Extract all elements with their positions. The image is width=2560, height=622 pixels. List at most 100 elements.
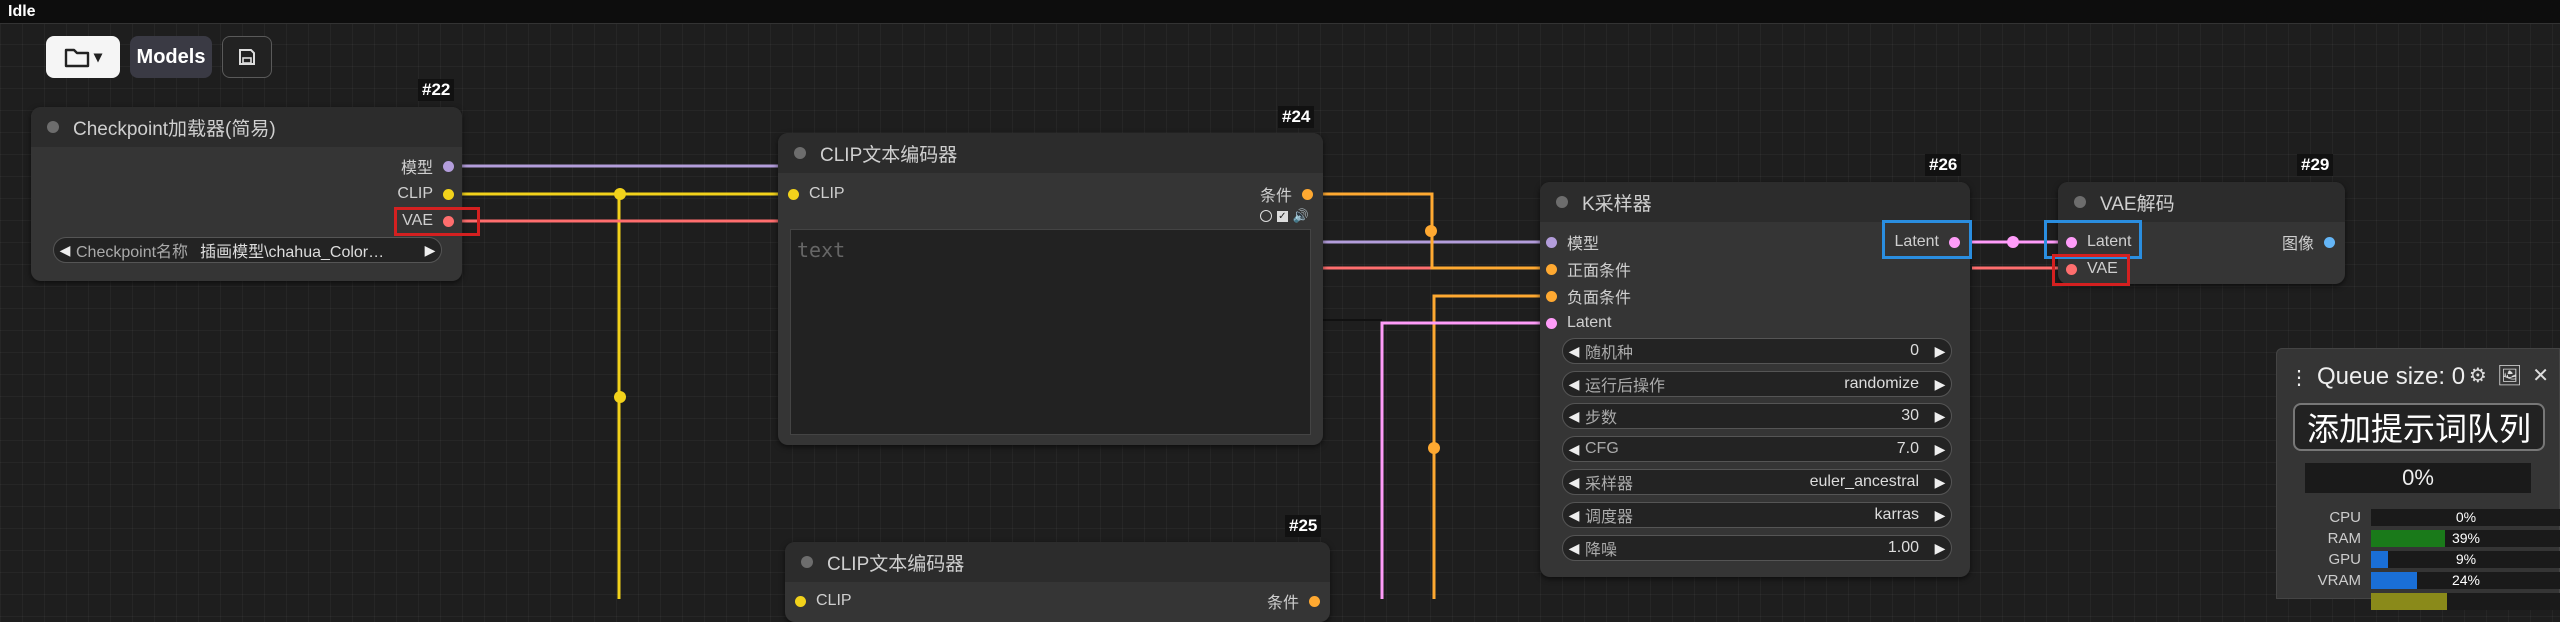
- close-icon[interactable]: ✕: [2532, 363, 2549, 388]
- output-slot-conditioning[interactable]: 条件: [1260, 183, 1313, 205]
- node-id-badge: #29: [2297, 154, 2334, 176]
- stat-value: 24%: [2451, 571, 2481, 588]
- output-slot-conditioning[interactable]: 条件: [1267, 590, 1320, 612]
- arrow-right-icon[interactable]: ▶: [1929, 540, 1951, 557]
- clip-text-encode-positive-node[interactable]: CLIP文本编码器 CLIP 条件 ✓ 🔊 text: [778, 133, 1323, 445]
- node-header[interactable]: K采样器: [1540, 182, 1970, 222]
- arrow-left-icon[interactable]: ◀: [1563, 441, 1585, 458]
- input-slot-clip[interactable]: CLIP: [795, 590, 852, 612]
- collapse-dot-icon[interactable]: [2074, 196, 2086, 208]
- slot-dot-icon: [788, 188, 799, 200]
- widget-label: 降噪: [1585, 542, 1618, 559]
- stat-value: 39%: [2451, 529, 2481, 546]
- arrow-right-icon[interactable]: ▶: [1929, 376, 1951, 393]
- node-id-badge: #25: [1285, 515, 1322, 537]
- queue-prompt-button[interactable]: 添加提示词队列: [2293, 403, 2545, 451]
- slot-label: CLIP: [816, 592, 852, 609]
- arrow-left-icon[interactable]: ◀: [1563, 343, 1585, 360]
- steps-widget[interactable]: ◀ 步数 30 ▶: [1562, 403, 1952, 429]
- clip-text-encode-negative-node[interactable]: CLIP文本编码器 CLIP 条件: [785, 542, 1330, 622]
- sampler-name-widget[interactable]: ◀ 采样器 euler_ancestral ▶: [1562, 469, 1952, 495]
- arrow-left-icon[interactable]: ◀: [1563, 408, 1585, 425]
- control-after-generate-widget[interactable]: ◀ 运行后操作 randomize ▶: [1562, 371, 1952, 397]
- output-slot-clip[interactable]: CLIP: [397, 183, 454, 205]
- collapse-dot-icon[interactable]: [801, 556, 813, 568]
- slot-label: CLIP: [809, 185, 845, 202]
- arrow-left-icon[interactable]: ◀: [1563, 474, 1585, 491]
- arrow-right-icon[interactable]: ▶: [1929, 408, 1951, 425]
- slot-label: 图像: [2281, 236, 2314, 253]
- node-id-badge: #22: [418, 79, 455, 101]
- arrow-left-icon[interactable]: ◀: [1563, 376, 1585, 393]
- link-latent-in: [1380, 321, 1551, 599]
- widget-value: 插画模型\chahua_Color…: [200, 244, 385, 261]
- arrow-left-icon[interactable]: ◀: [1563, 540, 1585, 557]
- arrow-right-icon[interactable]: ▶: [1929, 474, 1951, 491]
- slot-label: 正面条件: [1567, 263, 1632, 280]
- input-slot-positive[interactable]: 正面条件: [1546, 258, 1631, 280]
- slot-dot-icon: [795, 595, 806, 607]
- arrow-right-icon[interactable]: ▶: [419, 242, 441, 259]
- input-slot-negative[interactable]: 负面条件: [1546, 285, 1631, 307]
- collapse-dot-icon[interactable]: [47, 121, 59, 133]
- output-slot-model[interactable]: 模型: [401, 155, 454, 177]
- stat-bar: 9%: [2371, 550, 2560, 568]
- scheduler-widget[interactable]: ◀ 调度器 karras ▶: [1562, 502, 1952, 528]
- image-icon[interactable]: 🖼: [2497, 363, 2522, 388]
- slot-label: 条件: [1259, 188, 1292, 205]
- collapse-dot-icon[interactable]: [1556, 196, 1568, 208]
- checkbox-icon[interactable]: ✓: [1276, 210, 1288, 222]
- widget-label: 采样器: [1585, 476, 1634, 493]
- link-reroute-dot: [614, 188, 626, 200]
- textarea-placeholder: text: [797, 238, 846, 262]
- checkpoint-loader-node[interactable]: Checkpoint加载器(简易) 模型 CLIP VAE ◀ Checkpoi…: [31, 107, 462, 281]
- seed-widget[interactable]: ◀ 随机种 0 ▶: [1562, 338, 1952, 364]
- link-reroute-dot: [1428, 442, 1440, 454]
- stat-name: RAM: [2327, 529, 2361, 547]
- widget-value: euler_ancestral: [1809, 473, 1919, 490]
- arrow-left-icon[interactable]: ◀: [54, 242, 76, 259]
- denoise-widget[interactable]: ◀ 降噪 1.00 ▶: [1562, 535, 1952, 561]
- arrow-left-icon[interactable]: ◀: [1563, 507, 1585, 524]
- slot-label: Latent: [1567, 314, 1612, 331]
- gear-icon[interactable]: ⚙: [2469, 363, 2487, 388]
- stat-bar: 39%: [2371, 529, 2560, 547]
- queue-panel: ⋮ Queue size: 0 ⚙ 🖼 ✕ 添加提示词队列 0% CPU 0% …: [2276, 348, 2560, 610]
- widget-value: randomize: [1844, 375, 1919, 392]
- input-slot-clip[interactable]: CLIP: [788, 183, 845, 205]
- input-slot-latent[interactable]: Latent: [1546, 312, 1611, 334]
- slot-label: 模型: [400, 160, 433, 177]
- cfg-widget[interactable]: ◀ CFG 7.0 ▶: [1562, 436, 1952, 462]
- arrow-right-icon[interactable]: ▶: [1929, 343, 1951, 360]
- stat-value: 9%: [2455, 550, 2477, 567]
- stat-row-gpu: GPU 9%: [2287, 549, 2560, 569]
- output-slot-image[interactable]: 图像: [2282, 231, 2335, 253]
- node-header[interactable]: CLIP文本编码器: [785, 542, 1330, 582]
- node-header[interactable]: Checkpoint加载器(简易): [31, 107, 462, 147]
- stat-row-ram: RAM 39%: [2287, 528, 2560, 548]
- link-reroute-dot: [614, 391, 626, 403]
- speaker-icon[interactable]: 🔊: [1293, 208, 1309, 224]
- node-title: CLIP文本编码器: [827, 553, 965, 575]
- text-widget-toggles: ✓ 🔊: [1259, 205, 1309, 227]
- slot-dot-icon: [1546, 317, 1557, 329]
- slot-dot-icon: [1546, 263, 1557, 275]
- link-reroute-dot: [1425, 225, 1437, 237]
- slot-label: 条件: [1266, 595, 1299, 612]
- node-header[interactable]: VAE解码: [2058, 182, 2345, 222]
- stat-bar: [2371, 592, 2560, 610]
- circle-icon[interactable]: [1259, 210, 1272, 222]
- widget-value: karras: [1874, 506, 1919, 523]
- slot-dot-icon: [443, 188, 454, 200]
- checkpoint-name-combo[interactable]: ◀ Checkpoint名称 插画模型\chahua_Color… ▶: [53, 237, 442, 263]
- input-slot-model[interactable]: 模型: [1546, 231, 1599, 253]
- arrow-right-icon[interactable]: ▶: [1929, 441, 1951, 458]
- drag-handle-icon[interactable]: ⋮: [2289, 365, 2309, 390]
- widget-label: CFG: [1585, 440, 1619, 457]
- collapse-dot-icon[interactable]: [794, 147, 806, 159]
- prompt-textarea[interactable]: text: [790, 229, 1311, 435]
- arrow-right-icon[interactable]: ▶: [1929, 507, 1951, 524]
- node-header[interactable]: CLIP文本编码器: [778, 133, 1323, 173]
- widget-label: Checkpoint名称: [76, 244, 189, 261]
- widget-label: 运行后操作: [1585, 378, 1666, 395]
